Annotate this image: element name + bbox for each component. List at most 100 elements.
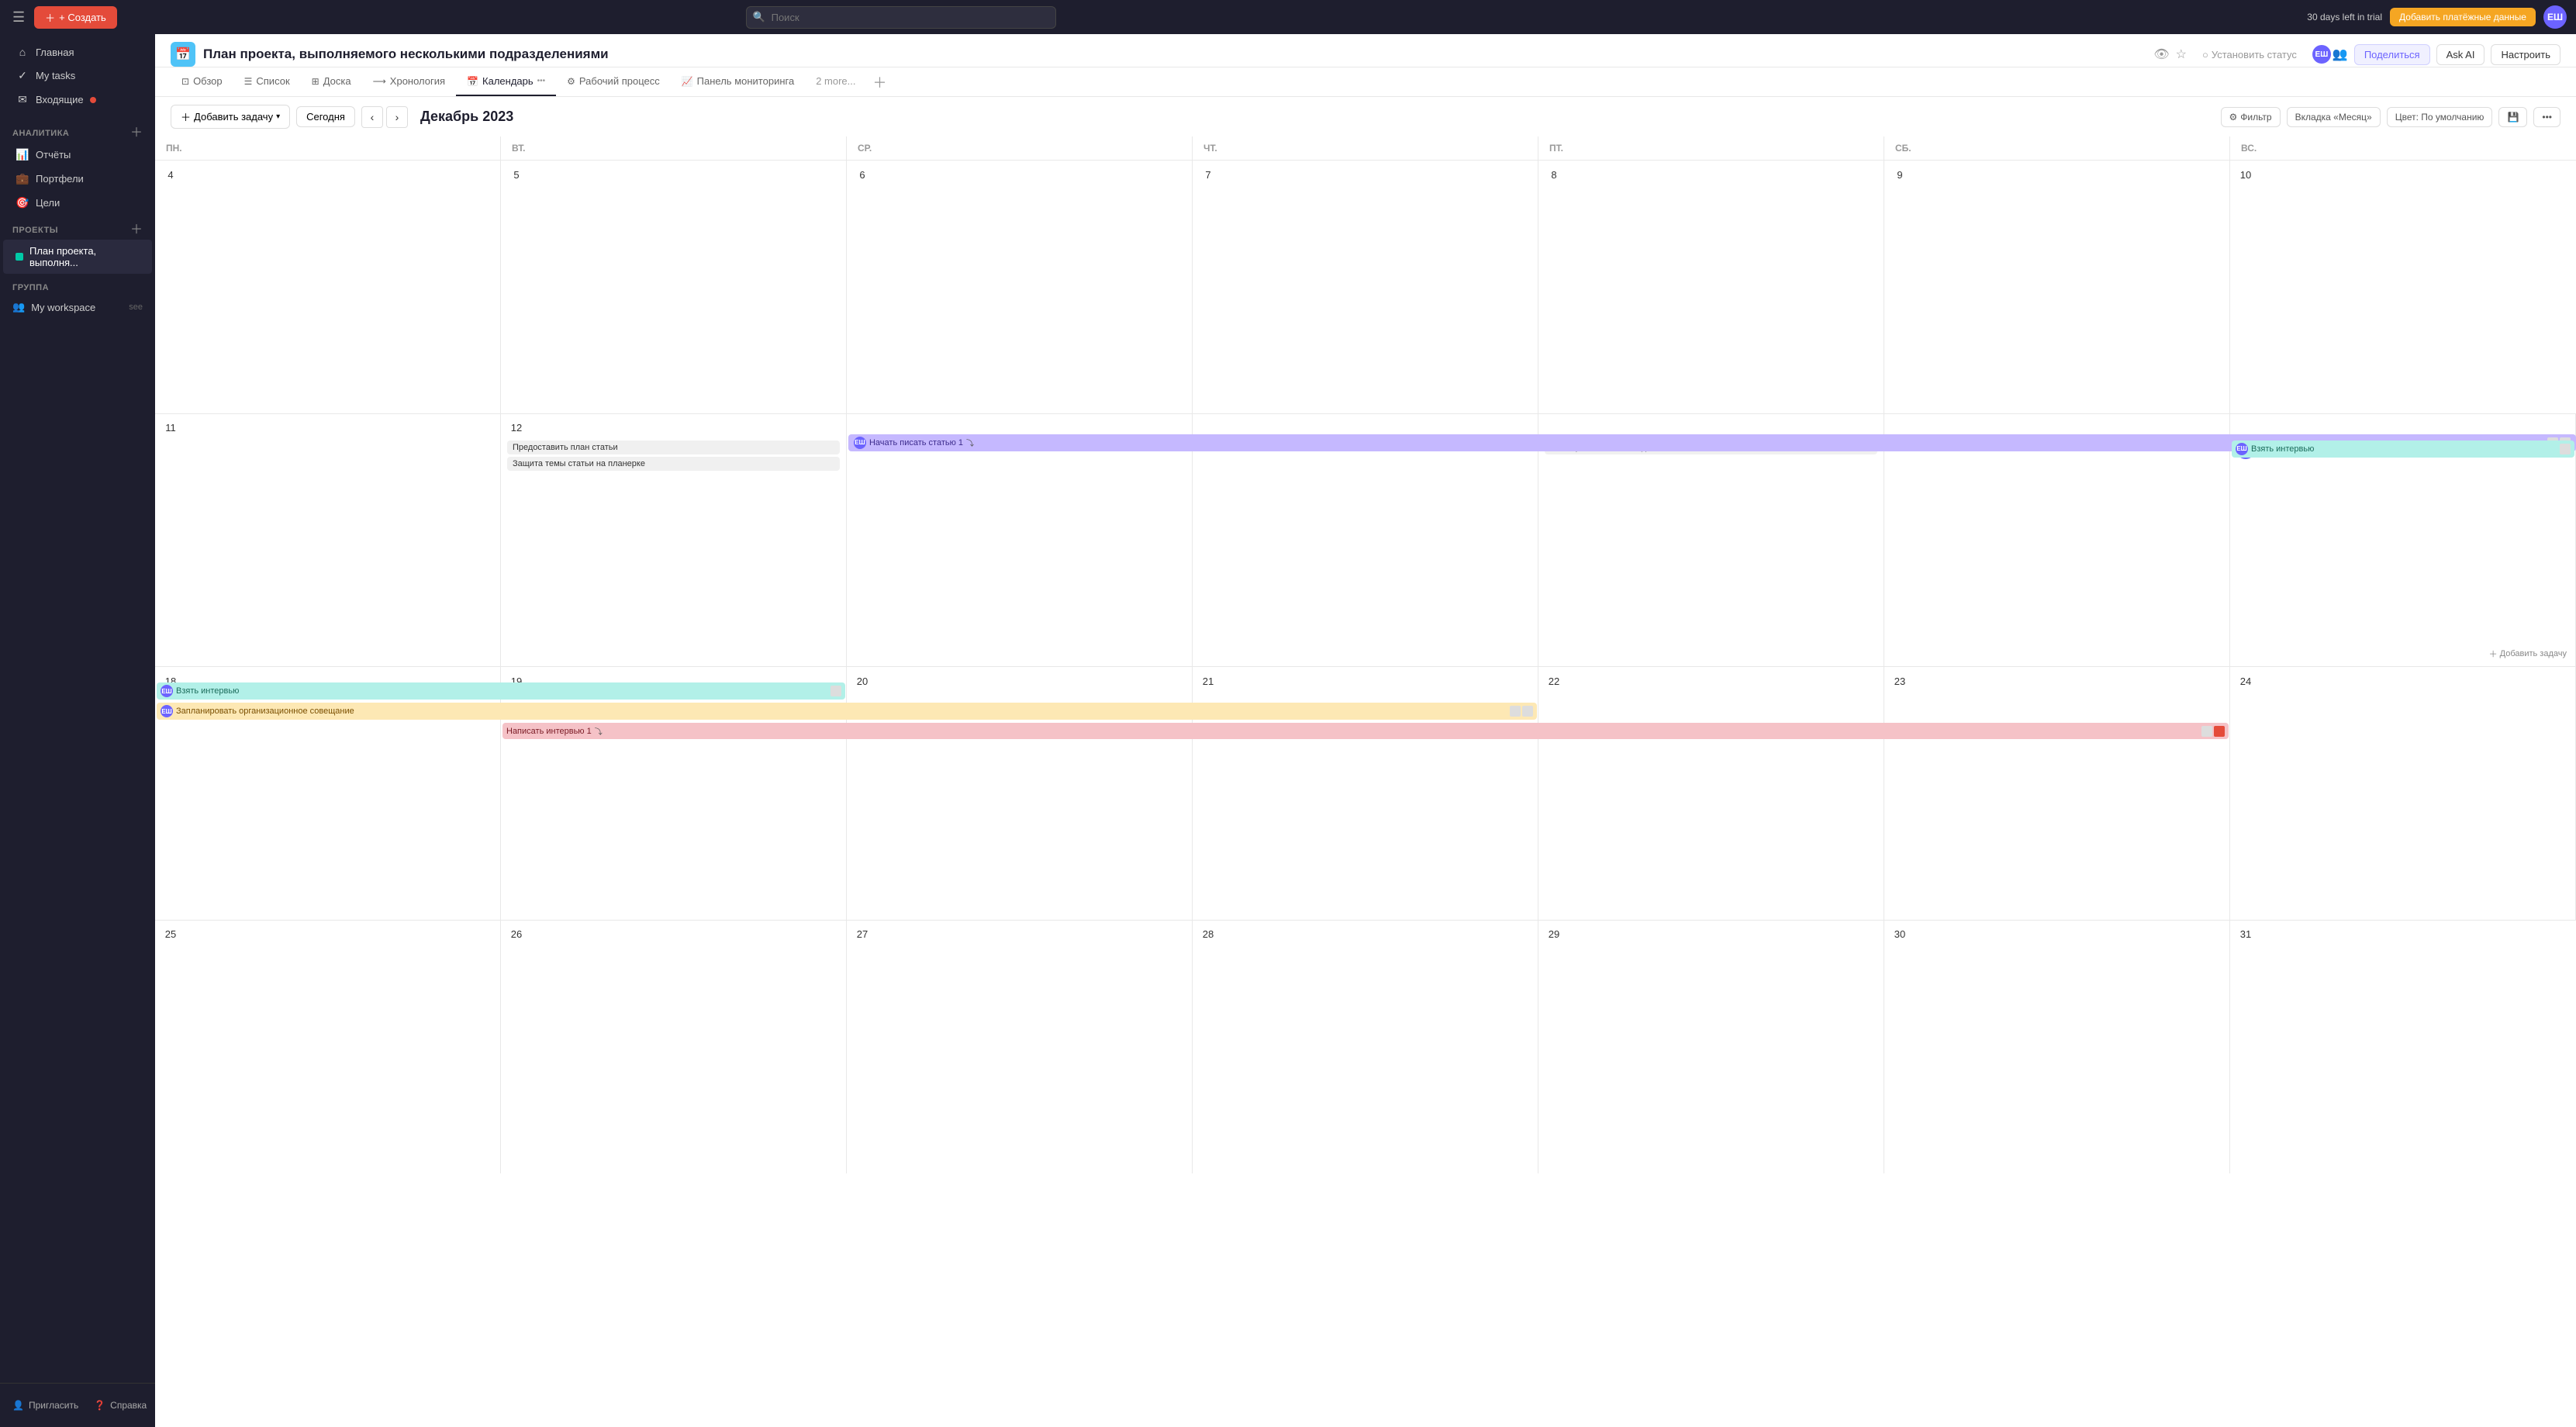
tab-board[interactable]: ⊞ Доска	[301, 67, 362, 96]
filter-button[interactable]: ⚙ Фильтр	[2221, 107, 2281, 127]
search-input[interactable]	[746, 6, 1056, 29]
color-button[interactable]: Цвет: По умолчанию	[2387, 107, 2493, 127]
calendar-week-2: 11 12 Предоставить план статьи Защита те…	[155, 414, 2576, 668]
help-button[interactable]: ❓ Справка	[88, 1396, 153, 1415]
day-number: 28	[1199, 925, 1217, 944]
event-avatar: ЕШ	[161, 705, 173, 717]
calendar-week-3: 18 19 20 21 22 23	[155, 667, 2576, 921]
sidebar-item-home[interactable]: ⌂ Главная	[3, 40, 152, 64]
event-write-interview[interactable]: Написать интервью 1 ⤵	[501, 723, 2230, 739]
day-16	[1884, 414, 2230, 667]
event-avatar: ЕШ	[854, 437, 866, 449]
add-analytics-button[interactable]: ＋	[130, 127, 143, 140]
sidebar-footer: 👤 Пригласить ❓ Справка	[0, 1383, 155, 1421]
calendar-month-title: Декабрь 2023	[420, 109, 513, 125]
tab-list[interactable]: ☰ Список	[233, 67, 301, 96]
day-number: 23	[1891, 672, 1909, 690]
sidebar-item-label: My tasks	[36, 70, 75, 81]
today-button[interactable]: Сегодня	[296, 106, 355, 127]
prev-month-button[interactable]: ‹	[361, 106, 383, 128]
create-button[interactable]: ＋ + Создать	[34, 6, 117, 29]
next-month-button[interactable]: ›	[386, 106, 408, 128]
sidebar-item-label: My workspace	[31, 302, 95, 313]
more-options-button[interactable]: •••	[2533, 107, 2560, 127]
project-header: 📅 План проекта, выполняемого несколькими…	[155, 34, 2576, 67]
tab-more[interactable]: 2 more...	[805, 67, 866, 96]
day-header-fri: ПТ.	[1538, 136, 1884, 160]
event-label: Взять интервью	[2251, 444, 2314, 454]
ask-ai-button[interactable]: Ask AI	[2436, 44, 2485, 65]
sidebar-item-goals[interactable]: 🎯 Цели	[3, 191, 152, 215]
sidebar-item-inbox[interactable]: ✉ Входящие	[3, 88, 152, 112]
add-payment-button[interactable]: Добавить платёжные данные	[2390, 8, 2536, 26]
day-number: 10	[2236, 165, 2255, 184]
user-avatar-button[interactable]: ЕШ	[2543, 5, 2567, 29]
save-button[interactable]: 💾	[2498, 107, 2527, 127]
see-workspace-label: see	[129, 302, 143, 312]
add-task-label: Добавить задачу	[194, 111, 273, 123]
day-10: 10	[2230, 161, 2576, 413]
board-icon: ⊞	[312, 76, 319, 87]
topbar-right: 30 days left in trial Добавить платёжные…	[2307, 5, 2567, 29]
workspace-icon: 👥	[12, 301, 25, 313]
tab-calendar[interactable]: 📅 Календарь •••	[456, 67, 556, 96]
sidebar-item-reports[interactable]: 📊 Отчёты	[3, 143, 152, 167]
tab-timeline[interactable]: ⟶ Хронология	[362, 67, 456, 96]
tab-overview[interactable]: ⊡ Обзор	[171, 67, 233, 96]
avatar-group: ЕШ 👥	[2312, 45, 2348, 64]
set-status-button[interactable]: ○ Установить статус	[2193, 45, 2306, 64]
reports-icon: 📊	[16, 148, 29, 161]
project-avatar: ЕШ	[2312, 45, 2331, 64]
icon-box	[1522, 706, 1533, 717]
add-task-inline-button[interactable]: ＋ Добавить задачу	[2486, 646, 2570, 662]
menu-button[interactable]: ☰	[9, 6, 28, 29]
star-icon: ☆	[2176, 47, 2187, 62]
sidebar-item-tasks[interactable]: ✓ My tasks	[3, 64, 152, 88]
event-plan-article[interactable]: Предоставить план статьи	[507, 441, 840, 454]
sidebar-item-portfolios[interactable]: 💼 Портфели	[3, 167, 152, 191]
add-task-inline-container: ＋ Добавить задачу	[2486, 643, 2570, 662]
plus-icon: ＋	[45, 10, 55, 25]
sidebar-item-label: Цели	[36, 197, 60, 209]
day-27: 27	[847, 921, 1193, 1174]
day-number: 8	[1545, 165, 1563, 184]
tab-label: Хронология	[390, 75, 445, 87]
event-icons	[1510, 706, 1533, 717]
analytics-section-header: Аналитика ＋	[0, 118, 155, 143]
icon-box	[2560, 444, 2571, 454]
calendar-header-row: ПН. ВТ. СР. ЧТ. ПТ. СБ. ВС.	[155, 136, 2576, 161]
tab-label: Обзор	[193, 75, 223, 87]
status-label: Установить статус	[2212, 49, 2297, 60]
tab-dashboard[interactable]: 📈 Панель мониторинга	[671, 67, 805, 96]
day-29: 29	[1538, 921, 1884, 1174]
settings-button[interactable]: Настроить	[2491, 44, 2560, 65]
day-number: 7	[1199, 165, 1217, 184]
event-defend-theme[interactable]: Защита темы статьи на планерке	[507, 457, 840, 471]
event-interview-week2[interactable]: ЕШ Взять интервью	[2230, 441, 2576, 458]
add-task-button[interactable]: ＋ Добавить задачу ▾	[171, 105, 290, 129]
tab-label: Календарь	[482, 75, 534, 87]
view-button[interactable]: Вкладка «Месяц»	[2287, 107, 2381, 127]
add-project-button[interactable]: ＋	[130, 224, 143, 237]
sidebar-item-label: Входящие	[36, 94, 84, 105]
day-28: 28	[1193, 921, 1538, 1174]
tab-label: 2 more...	[816, 75, 855, 87]
search-container: 🔍	[746, 6, 1056, 29]
calendar-grid: ПН. ВТ. СР. ЧТ. ПТ. СБ. ВС. 4 5 6 7 8 9 …	[155, 136, 2576, 1427]
event-schedule-meeting[interactable]: ЕШ Запланировать организационное совещан…	[155, 703, 1538, 720]
share-button[interactable]: Поделиться	[2354, 44, 2430, 65]
sidebar-item-project[interactable]: План проекта, выполня...	[3, 240, 152, 274]
invite-button[interactable]: 👤 Пригласить	[6, 1396, 85, 1415]
day-number: 22	[1545, 672, 1563, 690]
tab-label: Рабочий процесс	[579, 75, 660, 87]
event-interview-week3[interactable]: ЕШ Взять интервью	[155, 682, 847, 700]
add-tab-button[interactable]: ＋	[867, 72, 893, 92]
calendar-icon: 📅	[467, 76, 478, 87]
event-label: Защита темы статьи на планерке	[513, 459, 645, 468]
day-header-sat: СБ.	[1884, 136, 2230, 160]
analytics-section-label: Аналитика	[12, 129, 69, 138]
calendar-tab-dot: •••	[537, 77, 546, 85]
sidebar-item-my-workspace[interactable]: 👥 My workspace see	[0, 295, 155, 319]
tab-workflow[interactable]: ⚙ Рабочий процесс	[556, 67, 671, 96]
chevron-down-icon: ▾	[276, 112, 280, 121]
